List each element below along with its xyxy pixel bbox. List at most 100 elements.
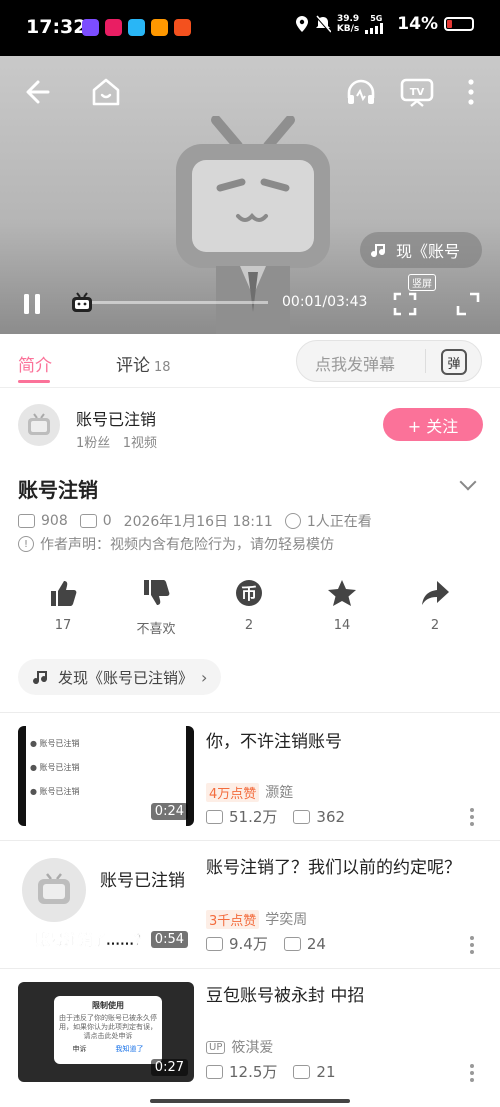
related-stats: 12.5万 21 xyxy=(206,1061,336,1082)
related-thumb[interactable]: 限制使用 由于违反了你的账号已被永久停用，如果你认为此项判定有误，请点击此处申诉… xyxy=(18,982,194,1082)
app-notification-icon xyxy=(174,19,191,36)
tab-intro[interactable]: 简介 xyxy=(18,351,52,376)
author-meta: 1粉丝 1视频 xyxy=(76,432,157,451)
related-meta: UP 筱淇爱 xyxy=(206,1037,273,1057)
divider xyxy=(0,840,500,841)
tab-active-indicator xyxy=(18,380,50,383)
related-meta: 3千点赞 学奕周 xyxy=(206,909,307,929)
app-notification-icon xyxy=(105,19,122,36)
like-count: 17 xyxy=(54,618,72,633)
play-count: 908 xyxy=(41,513,68,529)
related-title[interactable]: 账号注销了？我们以前的约定呢？ xyxy=(206,856,482,881)
danmaku-placeholder: 点我发弹幕 xyxy=(315,355,396,374)
thumb-caption: 账号注销了……？ xyxy=(36,933,149,950)
related-author[interactable]: 学奕周 xyxy=(265,909,307,929)
more-vertical-icon[interactable] xyxy=(466,78,476,106)
duration-badge: 0:54 xyxy=(150,931,188,948)
tv-avatar-icon xyxy=(22,858,86,922)
tab-comments[interactable]: 评论 18 xyxy=(116,351,171,376)
duration-badge: 0:24 xyxy=(150,803,188,820)
danmaku-count-icon xyxy=(293,809,311,824)
chevron-right-icon: › xyxy=(201,667,208,687)
app-notification-icon xyxy=(128,19,145,36)
signal: 5G xyxy=(365,14,387,34)
thumbs-up-icon xyxy=(51,581,77,606)
back-arrow-icon[interactable] xyxy=(24,78,54,106)
music-note-icon xyxy=(33,671,48,685)
related-author[interactable]: 筱淇爱 xyxy=(231,1037,273,1057)
more-vertical-icon[interactable] xyxy=(470,808,474,829)
comments-count: 18 xyxy=(154,360,171,375)
more-vertical-icon[interactable] xyxy=(470,936,474,957)
home-icon[interactable] xyxy=(90,76,122,108)
related-stats: 51.2万 362 xyxy=(206,806,345,827)
dislike-button[interactable]: 不喜欢 xyxy=(111,578,201,637)
expand-chevron-icon[interactable] xyxy=(459,473,477,491)
hot-badge: 4万点赞 xyxy=(206,782,260,802)
play-count-icon xyxy=(18,514,35,528)
coin-button[interactable]: 币 2 xyxy=(204,578,294,633)
up-badge: UP xyxy=(206,1040,226,1054)
danmaku-toggle-icon[interactable]: 弹 xyxy=(441,349,467,375)
comment-count: 21 xyxy=(316,1062,336,1081)
timecode: 00:01/03:43 xyxy=(282,294,368,310)
related-thumb[interactable]: ● 账号已注销 ● 账号已注销 ● 账号已注销 0:24 xyxy=(18,726,194,826)
app-notification-icon xyxy=(82,19,99,36)
progress-bar[interactable] xyxy=(90,301,268,304)
vertical-screen-label: 竖屏 xyxy=(408,274,436,291)
divider xyxy=(0,968,500,969)
related-title[interactable]: 豆包账号被永封 中招 xyxy=(206,984,482,1009)
videos-count: 1视频 xyxy=(122,436,157,451)
tab-comments-label: 评论 xyxy=(116,356,150,376)
more-vertical-icon[interactable] xyxy=(470,1064,474,1085)
author-name[interactable]: 账号已注销 xyxy=(76,406,156,430)
svg-text:TV: TV xyxy=(410,87,425,98)
thumb-list: ● 账号已注销 ● 账号已注销 ● 账号已注销 xyxy=(30,739,80,796)
status-right: 39.9 KB/s 5G 14% xyxy=(295,14,474,34)
related-author[interactable]: 灏筵 xyxy=(265,782,293,802)
net-speed: 39.9 KB/s xyxy=(336,14,360,34)
app-notification-icon xyxy=(151,19,168,36)
thumbs-down-icon xyxy=(144,580,170,605)
battery-percent: 14% xyxy=(397,14,438,34)
author-notice: ! 作者声明：视频内含有危险行为，请勿轻易模仿 xyxy=(18,534,334,554)
headphones-icon[interactable] xyxy=(345,76,377,108)
music-discover-label: 发现《账号已注销》 xyxy=(58,668,194,687)
related-thumb[interactable]: 账号已注销 账号注销了……？ 0:54 xyxy=(18,854,194,954)
view-count: 51.2万 xyxy=(229,808,278,826)
share-icon xyxy=(422,581,449,605)
home-indicator[interactable] xyxy=(150,1099,350,1103)
comment-count: 24 xyxy=(306,934,326,953)
divider xyxy=(425,349,426,373)
star-icon xyxy=(328,580,356,606)
info-icon: ! xyxy=(18,536,34,552)
signal-icon xyxy=(365,23,384,34)
notice-text: 作者声明：视频内含有危险行为，请勿轻易模仿 xyxy=(40,537,334,553)
bgm-chip[interactable]: 现《账号 xyxy=(360,232,482,268)
hot-badge: 3千点赞 xyxy=(206,909,260,929)
pause-icon[interactable] xyxy=(22,292,42,316)
danmaku-count-icon xyxy=(283,936,301,951)
thumb-dialog: 限制使用 由于违反了你的账号已被永久停用，如果你认为此项判定有误，请点击此处申诉… xyxy=(54,996,162,1064)
music-discover-pill[interactable]: 发现《账号已注销》 › xyxy=(18,659,222,695)
tv-cast-icon[interactable]: TV xyxy=(400,76,434,108)
video-player[interactable]: TV 现《账号 00:01/03:43 竖屏 xyxy=(0,56,500,334)
follow-button[interactable]: + 关注 xyxy=(383,408,483,441)
related-meta: 4万点赞 灏筵 xyxy=(206,782,293,802)
battery-icon xyxy=(444,17,474,31)
thumb-name: 账号已注销 xyxy=(100,871,185,891)
avatar[interactable] xyxy=(18,404,60,446)
favorite-count: 14 xyxy=(333,618,351,633)
danmaku-input[interactable]: 点我发弹幕 弹 xyxy=(296,340,482,382)
favorite-button[interactable]: 14 xyxy=(297,578,387,633)
play-count-icon xyxy=(206,1064,223,1079)
bgm-chip-label: 现《账号 xyxy=(396,242,461,261)
related-title[interactable]: 你，不许注销账号 xyxy=(206,730,482,755)
vertical-fullscreen-icon[interactable] xyxy=(393,292,417,316)
share-button[interactable]: 2 xyxy=(390,578,480,633)
coin-count: 2 xyxy=(244,618,254,633)
progress-thumb-tv-icon[interactable] xyxy=(70,290,94,314)
fullscreen-icon[interactable] xyxy=(456,292,480,316)
dislike-label: 不喜欢 xyxy=(136,622,176,637)
like-button[interactable]: 17 xyxy=(18,578,108,633)
